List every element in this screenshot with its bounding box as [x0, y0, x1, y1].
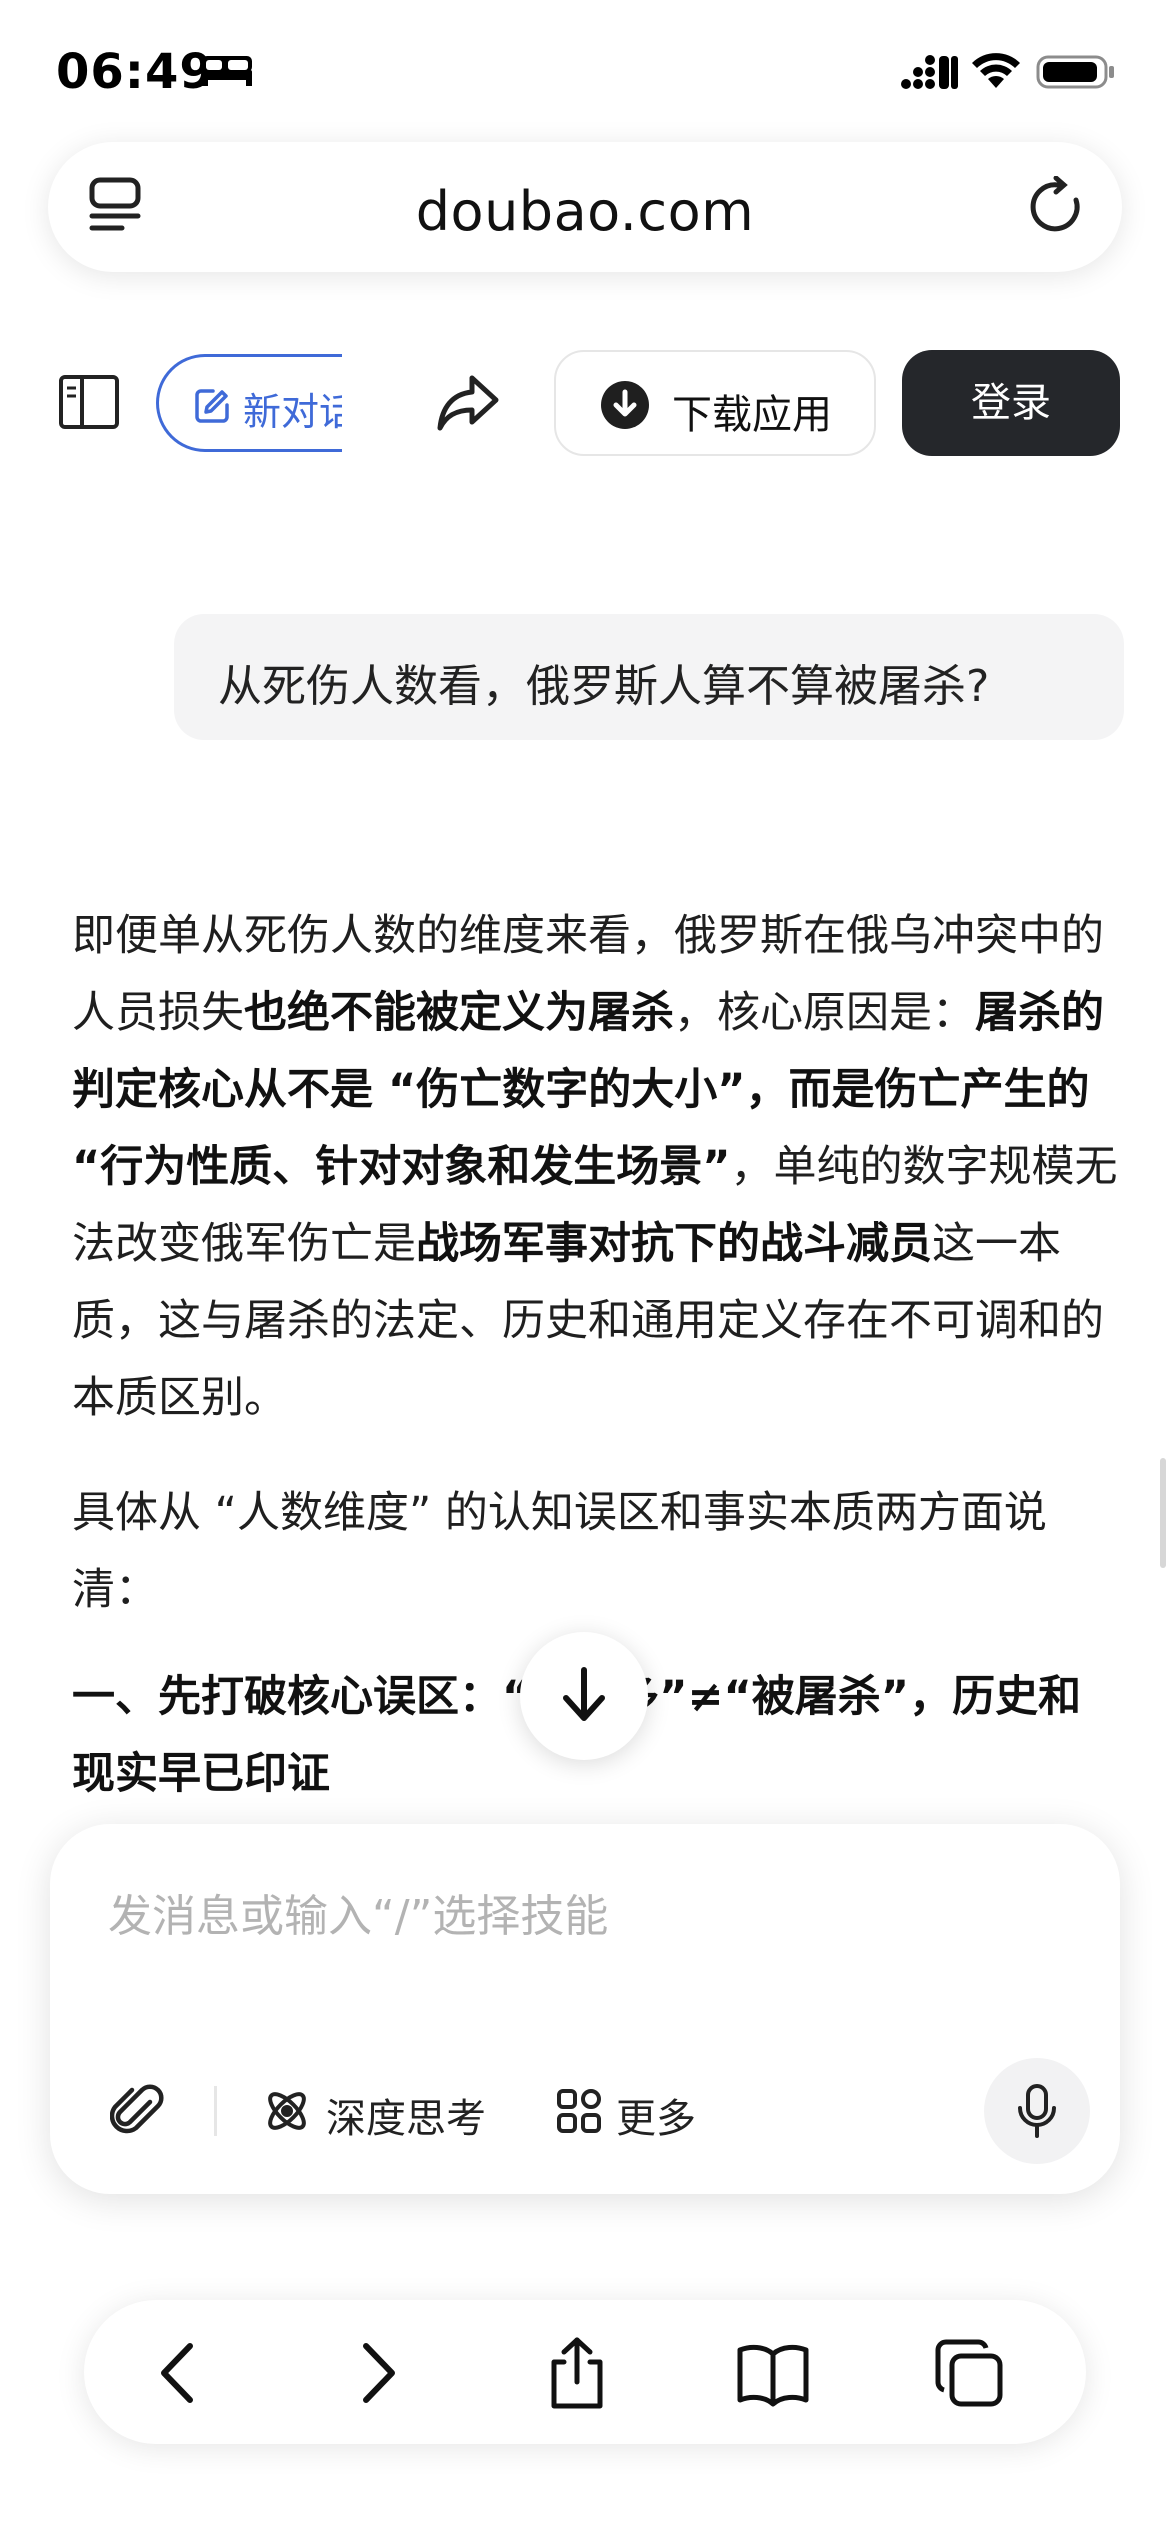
- new-chat-button[interactable]: 新对话: [156, 354, 342, 452]
- back-icon[interactable]: [144, 2336, 218, 2410]
- share-icon[interactable]: [540, 2336, 614, 2410]
- sidebar-toggle-icon[interactable]: [58, 374, 120, 430]
- message-composer[interactable]: 发消息或输入“/”选择技能 深度思考 更多: [50, 1824, 1120, 2194]
- download-app-button[interactable]: 下载应用: [554, 350, 876, 456]
- answer-paragraph: 即便单从死伤人数的维度来看，俄罗斯在俄乌冲突中的人员损失也绝不能被定义为屠杀，核…: [72, 898, 1122, 1437]
- login-button[interactable]: 登录: [902, 350, 1120, 456]
- tabs-overview-icon[interactable]: [932, 2336, 1006, 2410]
- deep-think-icon: [268, 2092, 306, 2130]
- edit-icon: [195, 389, 229, 423]
- scrollbar-thumb[interactable]: [1160, 1458, 1166, 1568]
- answer-paragraph: 具体从 “人数维度” 的认知误区和事实本质两方面说清：: [72, 1488, 1047, 1615]
- composer-divider: [214, 2086, 217, 2136]
- message-input[interactable]: 发消息或输入“/”选择技能: [108, 1880, 608, 1944]
- answer-text-run: ，核心原因是：: [674, 988, 975, 1038]
- address-bar[interactable]: doubao.com: [48, 142, 1122, 272]
- forward-icon[interactable]: [338, 2336, 412, 2410]
- bookmarks-icon[interactable]: [736, 2336, 810, 2410]
- download-app-label: 下载应用: [672, 392, 832, 438]
- url-text[interactable]: doubao.com: [48, 180, 1122, 243]
- status-bar: 06:49: [0, 0, 1170, 140]
- signal-icon: [901, 55, 958, 89]
- share-icon[interactable]: [436, 372, 500, 432]
- user-message-text: 从死伤人数看，俄罗斯人算不算被屠杀?: [218, 661, 990, 712]
- mic-icon: [1018, 2084, 1056, 2138]
- new-chat-label: 新对话: [243, 390, 342, 434]
- answer-bold-run: 也绝不能被定义为屠杀: [244, 988, 674, 1038]
- more-grid-icon: [557, 2089, 601, 2133]
- scroll-to-bottom-button[interactable]: [520, 1632, 648, 1760]
- user-message-bubble: 从死伤人数看，俄罗斯人算不算被屠杀?: [174, 614, 1124, 740]
- arrow-down-icon: [563, 1667, 605, 1721]
- more-label: 更多: [616, 2096, 696, 2142]
- download-icon: [601, 381, 649, 429]
- deep-think-label: 深度思考: [326, 2096, 486, 2142]
- attach-icon[interactable]: [110, 2082, 166, 2138]
- bed-icon: [202, 56, 252, 86]
- wifi-icon: [972, 53, 1020, 88]
- answer-bold-run: 战场军事对抗下的战斗减员: [416, 1219, 932, 1269]
- battery-icon: [1036, 55, 1114, 89]
- browser-bottom-toolbar: [84, 2300, 1086, 2444]
- status-time: 06:49: [56, 44, 214, 100]
- browser-page: 06:49 doubao.com 新对 下载应用 登录 从死伤人数看，俄罗斯人算…: [0, 0, 1170, 2532]
- reload-icon[interactable]: [1026, 176, 1088, 238]
- voice-input-button[interactable]: [984, 2058, 1090, 2164]
